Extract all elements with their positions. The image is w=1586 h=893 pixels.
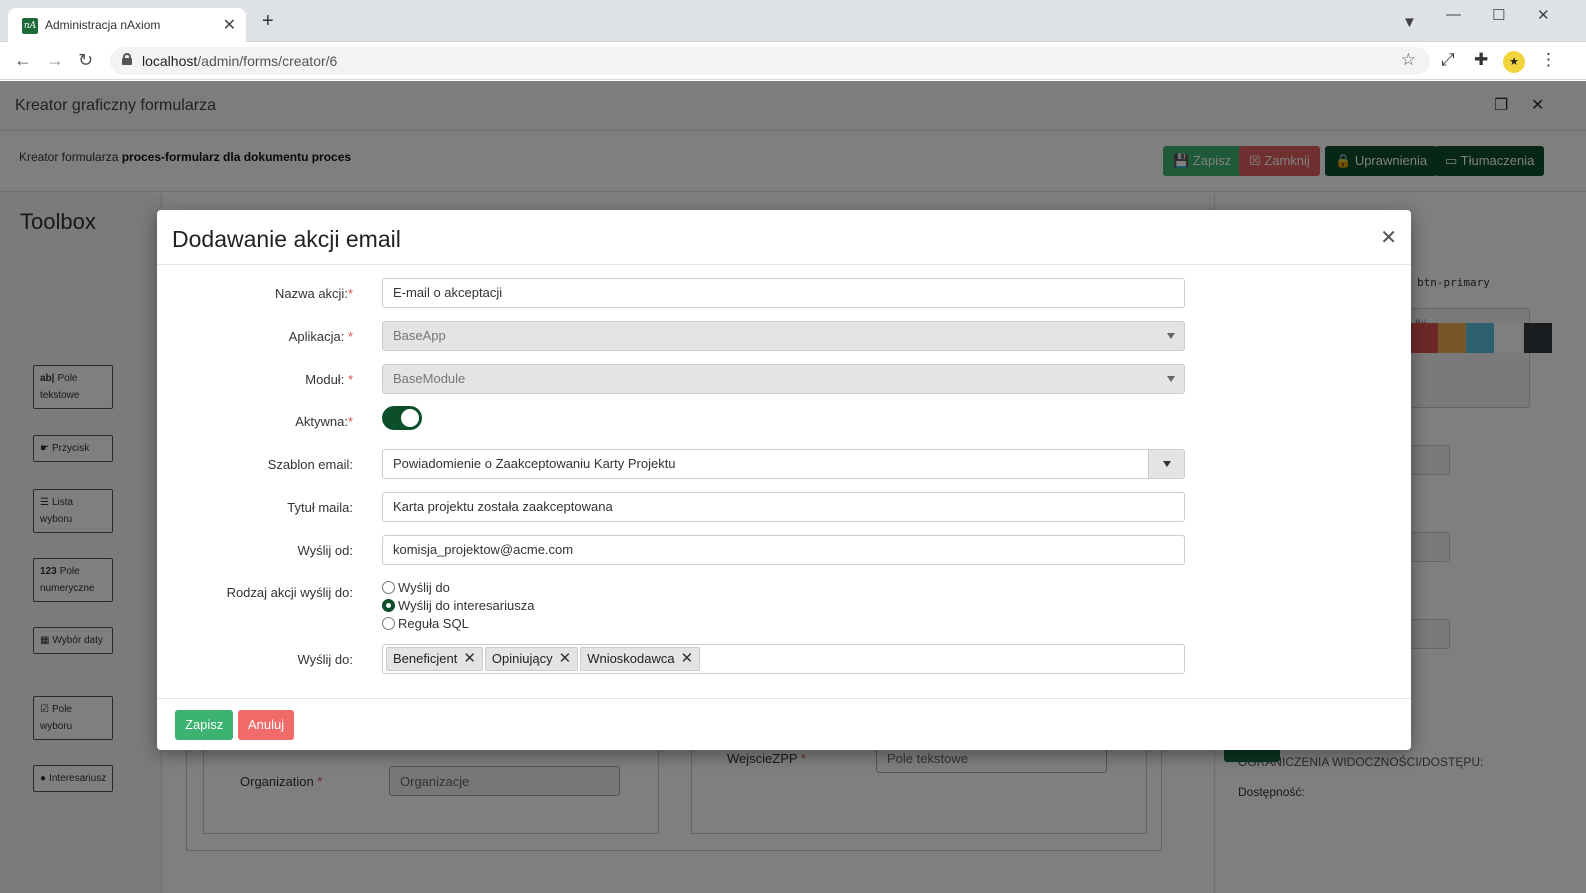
minimize-icon[interactable]: — [1446,6,1461,23]
modal-header: Dodawanie akcji email ✕ [157,210,1411,265]
action-type-label: Rodzaj akcji wyślij do: [226,585,353,600]
modal-cancel-button[interactable]: Anuluj [238,710,295,740]
subject-input[interactable]: Karta projektu została zaakceptowana [382,492,1185,522]
send-from-input[interactable]: komisja_projektow@acme.com [382,535,1185,565]
active-toggle[interactable] [382,406,422,430]
modal-close-icon[interactable]: ✕ [1380,225,1397,250]
template-select[interactable]: Powiadomienie o Zaakceptowaniu Karty Pro… [382,449,1185,479]
action-name-input[interactable]: E-mail o akceptacji [382,278,1185,308]
avatar[interactable]: ★ [1503,51,1525,73]
radio-label: Wyślij do [398,580,450,595]
extensions-icon[interactable]: ✚ [1474,50,1488,70]
maximize-icon[interactable]: ☐ [1492,6,1505,24]
action-type-radio[interactable]: Reguła SQL [382,615,469,633]
address-bar[interactable]: localhost/admin/forms/creator/6 ☆ [110,47,1430,75]
radio-label: Wyślij do interesariusza [398,598,535,613]
tag-label: Wnioskodawca [587,651,675,666]
reload-icon[interactable]: ↻ [78,50,93,71]
recipient-tag: Wnioskodawca ✕ [580,647,701,671]
add-email-action-modal: Dodawanie akcji email ✕ Nazwa akcji:* E-… [157,210,1411,750]
application-select[interactable]: BaseApp [382,321,1185,351]
action-type-radio[interactable]: Wyślij do interesariusza [382,597,534,615]
expand-icon[interactable]: ⤢ [1441,50,1455,70]
profile-dropdown-icon[interactable]: ▼ [1402,14,1417,31]
remove-tag-icon[interactable]: ✕ [463,650,476,667]
recipient-tag: Opiniujący ✕ [484,647,579,671]
template-dropdown-button[interactable] [1148,450,1184,478]
menu-dots-icon[interactable]: ⋮ [1540,50,1557,70]
radio-button[interactable] [382,599,395,612]
subject-label: Tytuł maila: [287,500,353,515]
browser-tab-bar: nA Administracja nAxiom ✕ + ▼ — ☐ ✕ [0,0,1586,42]
recipient-tag: Beneficjent ✕ [386,647,483,671]
tag-label: Beneficjent [393,651,458,666]
radio-label: Reguła SQL [398,616,469,631]
favicon-icon: nA [22,18,38,34]
remove-tag-icon[interactable]: ✕ [681,650,694,667]
application-label: Aplikacja: * [288,329,353,344]
lock-icon [122,53,132,65]
send-from-label: Wyślij od: [297,543,353,558]
window-close-icon[interactable]: ✕ [1537,6,1550,24]
modal-save-button[interactable]: Zapisz [175,710,234,740]
send-to-label: Wyślij do: [297,652,353,667]
toggle-knob [401,409,419,427]
modal-footer: Zapisz Anuluj [157,698,1411,750]
browser-tab[interactable]: nA Administracja nAxiom ✕ [8,8,246,42]
tag-label: Opiniujący [491,651,553,666]
send-to-tags-input[interactable]: Beneficjent ✕ Opiniujący ✕ Wnioskodawca ✕ [382,644,1185,674]
forward-icon[interactable]: → [46,50,64,71]
chevron-down-icon [1163,461,1171,467]
radio-button[interactable] [382,581,395,594]
chevron-down-icon [1167,333,1175,339]
active-label: Aktywna:* [295,414,353,429]
module-label: Moduł: * [305,372,353,387]
url-text: localhost/admin/forms/creator/6 [142,53,338,69]
chevron-down-icon [1167,376,1175,382]
bookmark-star-icon[interactable]: ☆ [1401,50,1416,70]
radio-button[interactable] [382,617,395,630]
template-label: Szablon email: [267,457,353,472]
tab-title: Administracja nAxiom [45,18,161,32]
back-icon[interactable]: ← [14,50,32,71]
modal-title: Dodawanie akcji email [172,226,401,252]
browser-toolbar: ← → ↻ localhost/admin/forms/creator/6 ☆ … [0,42,1586,80]
module-select[interactable]: BaseModule [382,364,1185,394]
new-tab-icon[interactable]: + [262,11,274,31]
tab-close-icon[interactable]: ✕ [223,15,236,35]
remove-tag-icon[interactable]: ✕ [559,650,572,667]
action-type-radio[interactable]: Wyślij do [382,579,450,597]
action-name-label: Nazwa akcji:* [274,286,353,301]
